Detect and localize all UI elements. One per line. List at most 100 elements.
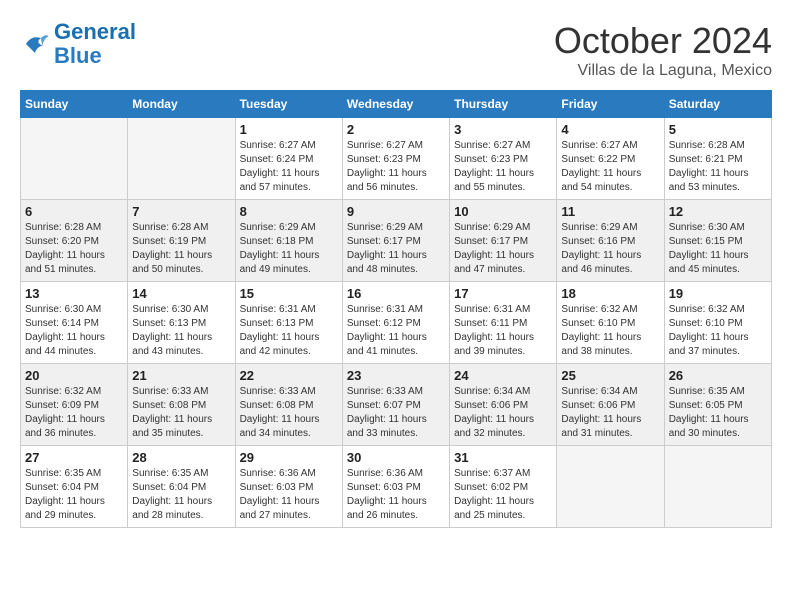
calendar-cell bbox=[21, 118, 128, 200]
calendar-cell bbox=[128, 118, 235, 200]
day-info: Sunrise: 6:27 AMSunset: 6:24 PMDaylight:… bbox=[240, 139, 338, 195]
header-day-wednesday: Wednesday bbox=[342, 91, 449, 118]
calendar-cell: 10 Sunrise: 6:29 AMSunset: 6:17 PMDayligh… bbox=[450, 200, 557, 282]
day-info: Sunrise: 6:27 AMSunset: 6:23 PMDaylight:… bbox=[347, 139, 445, 195]
day-number: 29 bbox=[240, 450, 338, 465]
calendar-cell: 5Sunrise: 6:28 AMSunset: 6:21 PMDaylight… bbox=[664, 118, 771, 200]
calendar-cell: 9 Sunrise: 6:29 AMSunset: 6:17 PMDaylight… bbox=[342, 200, 449, 282]
day-info: Sunrise: 6:31 AMSunset: 6:11 PMDaylight:… bbox=[454, 303, 552, 359]
day-info: Sunrise: 6:34 AMSunset: 6:06 PMDaylight:… bbox=[561, 385, 659, 441]
day-number: 16 bbox=[347, 286, 445, 301]
day-number: 26 bbox=[669, 368, 767, 383]
calendar-week-2: 6 Sunrise: 6:28 AMSunset: 6:20 PMDaylight… bbox=[21, 200, 772, 282]
calendar-cell: 7 Sunrise: 6:28 AMSunset: 6:19 PMDaylight… bbox=[128, 200, 235, 282]
calendar-cell: 17 Sunrise: 6:31 AMSunset: 6:11 PMDayligh… bbox=[450, 282, 557, 364]
day-number: 13 bbox=[25, 286, 123, 301]
calendar-cell: 15 Sunrise: 6:31 AMSunset: 6:13 PMDayligh… bbox=[235, 282, 342, 364]
day-info: Sunrise: 6:34 AMSunset: 6:06 PMDaylight:… bbox=[454, 385, 552, 441]
header-day-sunday: Sunday bbox=[21, 91, 128, 118]
day-info: Sunrise: 6:32 AMSunset: 6:10 PMDaylight:… bbox=[669, 303, 767, 359]
day-info: Sunrise: 6:31 AMSunset: 6:12 PMDaylight:… bbox=[347, 303, 445, 359]
calendar-cell: 25 Sunrise: 6:34 AMSunset: 6:06 PMDayligh… bbox=[557, 364, 664, 446]
day-number: 19 bbox=[669, 286, 767, 301]
day-info: Sunrise: 6:29 AMSunset: 6:17 PMDaylight:… bbox=[347, 221, 445, 277]
calendar-table: SundayMondayTuesdayWednesdayThursdayFrid… bbox=[20, 90, 772, 528]
day-info: Sunrise: 6:27 AMSunset: 6:23 PMDaylight:… bbox=[454, 139, 552, 195]
header-day-friday: Friday bbox=[557, 91, 664, 118]
day-info: Sunrise: 6:29 AMSunset: 6:17 PMDaylight:… bbox=[454, 221, 552, 277]
day-number: 23 bbox=[347, 368, 445, 383]
location-subtitle: Villas de la Laguna, Mexico bbox=[554, 62, 772, 80]
day-number: 2 bbox=[347, 122, 445, 137]
day-info: Sunrise: 6:35 AMSunset: 6:04 PMDaylight:… bbox=[25, 467, 123, 523]
calendar-cell: 20Sunrise: 6:32 AMSunset: 6:09 PMDayligh… bbox=[21, 364, 128, 446]
header-day-thursday: Thursday bbox=[450, 91, 557, 118]
day-info: Sunrise: 6:33 AMSunset: 6:08 PMDaylight:… bbox=[240, 385, 338, 441]
calendar-week-3: 13 Sunrise: 6:30 AMSunset: 6:14 PMDayligh… bbox=[21, 282, 772, 364]
day-number: 15 bbox=[240, 286, 338, 301]
header-row: SundayMondayTuesdayWednesdayThursdayFrid… bbox=[21, 91, 772, 118]
calendar-cell: 6 Sunrise: 6:28 AMSunset: 6:20 PMDaylight… bbox=[21, 200, 128, 282]
calendar-cell: 24 Sunrise: 6:34 AMSunset: 6:06 PMDayligh… bbox=[450, 364, 557, 446]
calendar-cell: 2 Sunrise: 6:27 AMSunset: 6:23 PMDaylight… bbox=[342, 118, 449, 200]
calendar-cell: 11 Sunrise: 6:29 AMSunset: 6:16 PMDayligh… bbox=[557, 200, 664, 282]
calendar-cell: 29 Sunrise: 6:36 AMSunset: 6:03 PMDayligh… bbox=[235, 446, 342, 528]
calendar-cell bbox=[664, 446, 771, 528]
calendar-cell: 28 Sunrise: 6:35 AMSunset: 6:04 PMDayligh… bbox=[128, 446, 235, 528]
calendar-cell: 18 Sunrise: 6:32 AMSunset: 6:10 PMDayligh… bbox=[557, 282, 664, 364]
day-info: Sunrise: 6:28 AMSunset: 6:20 PMDaylight:… bbox=[25, 221, 123, 277]
calendar-header: SundayMondayTuesdayWednesdayThursdayFrid… bbox=[21, 91, 772, 118]
day-info: Sunrise: 6:30 AMSunset: 6:14 PMDaylight:… bbox=[25, 303, 123, 359]
calendar-cell: 12Sunrise: 6:30 AMSunset: 6:15 PMDayligh… bbox=[664, 200, 771, 282]
day-number: 11 bbox=[561, 204, 659, 219]
day-number: 17 bbox=[454, 286, 552, 301]
day-info: Sunrise: 6:29 AMSunset: 6:18 PMDaylight:… bbox=[240, 221, 338, 277]
calendar-week-5: 27 Sunrise: 6:35 AMSunset: 6:04 PMDayligh… bbox=[21, 446, 772, 528]
day-number: 30 bbox=[347, 450, 445, 465]
calendar-cell: 27 Sunrise: 6:35 AMSunset: 6:04 PMDayligh… bbox=[21, 446, 128, 528]
day-number: 28 bbox=[132, 450, 230, 465]
day-number: 14 bbox=[132, 286, 230, 301]
day-number: 10 bbox=[454, 204, 552, 219]
day-info: Sunrise: 6:30 AMSunset: 6:13 PMDaylight:… bbox=[132, 303, 230, 359]
logo: General Blue bbox=[20, 20, 136, 68]
day-number: 9 bbox=[347, 204, 445, 219]
day-info: Sunrise: 6:32 AMSunset: 6:10 PMDaylight:… bbox=[561, 303, 659, 359]
day-info: Sunrise: 6:29 AMSunset: 6:16 PMDaylight:… bbox=[561, 221, 659, 277]
day-number: 31 bbox=[454, 450, 552, 465]
calendar-cell: 1 Sunrise: 6:27 AMSunset: 6:24 PMDaylight… bbox=[235, 118, 342, 200]
day-number: 8 bbox=[240, 204, 338, 219]
day-number: 5 bbox=[669, 122, 767, 137]
day-info: Sunrise: 6:35 AMSunset: 6:04 PMDaylight:… bbox=[132, 467, 230, 523]
day-number: 24 bbox=[454, 368, 552, 383]
title-block: October 2024 Villas de la Laguna, Mexico bbox=[554, 20, 772, 80]
calendar-body: 1 Sunrise: 6:27 AMSunset: 6:24 PMDaylight… bbox=[21, 118, 772, 528]
day-number: 18 bbox=[561, 286, 659, 301]
calendar-cell: 26Sunrise: 6:35 AMSunset: 6:05 PMDayligh… bbox=[664, 364, 771, 446]
day-info: Sunrise: 6:30 AMSunset: 6:15 PMDaylight:… bbox=[669, 221, 767, 277]
calendar-cell: 4Sunrise: 6:27 AMSunset: 6:22 PMDaylight… bbox=[557, 118, 664, 200]
day-info: Sunrise: 6:33 AMSunset: 6:08 PMDaylight:… bbox=[132, 385, 230, 441]
calendar-cell: 21 Sunrise: 6:33 AMSunset: 6:08 PMDayligh… bbox=[128, 364, 235, 446]
logo-text: General Blue bbox=[54, 20, 136, 68]
calendar-cell: 13 Sunrise: 6:30 AMSunset: 6:14 PMDayligh… bbox=[21, 282, 128, 364]
calendar-cell: 19 Sunrise: 6:32 AMSunset: 6:10 PMDayligh… bbox=[664, 282, 771, 364]
day-number: 25 bbox=[561, 368, 659, 383]
day-info: Sunrise: 6:32 AMSunset: 6:09 PMDaylight:… bbox=[25, 385, 123, 441]
calendar-cell bbox=[557, 446, 664, 528]
day-info: Sunrise: 6:33 AMSunset: 6:07 PMDaylight:… bbox=[347, 385, 445, 441]
day-info: Sunrise: 6:36 AMSunset: 6:03 PMDaylight:… bbox=[240, 467, 338, 523]
logo-icon bbox=[20, 29, 50, 59]
day-number: 27 bbox=[25, 450, 123, 465]
calendar-week-1: 1 Sunrise: 6:27 AMSunset: 6:24 PMDaylight… bbox=[21, 118, 772, 200]
day-info: Sunrise: 6:28 AMSunset: 6:19 PMDaylight:… bbox=[132, 221, 230, 277]
day-number: 1 bbox=[240, 122, 338, 137]
calendar-cell: 23 Sunrise: 6:33 AMSunset: 6:07 PMDayligh… bbox=[342, 364, 449, 446]
day-number: 7 bbox=[132, 204, 230, 219]
day-info: Sunrise: 6:31 AMSunset: 6:13 PMDaylight:… bbox=[240, 303, 338, 359]
day-info: Sunrise: 6:36 AMSunset: 6:03 PMDaylight:… bbox=[347, 467, 445, 523]
day-number: 4 bbox=[561, 122, 659, 137]
header-day-saturday: Saturday bbox=[664, 91, 771, 118]
day-number: 6 bbox=[25, 204, 123, 219]
day-number: 21 bbox=[132, 368, 230, 383]
